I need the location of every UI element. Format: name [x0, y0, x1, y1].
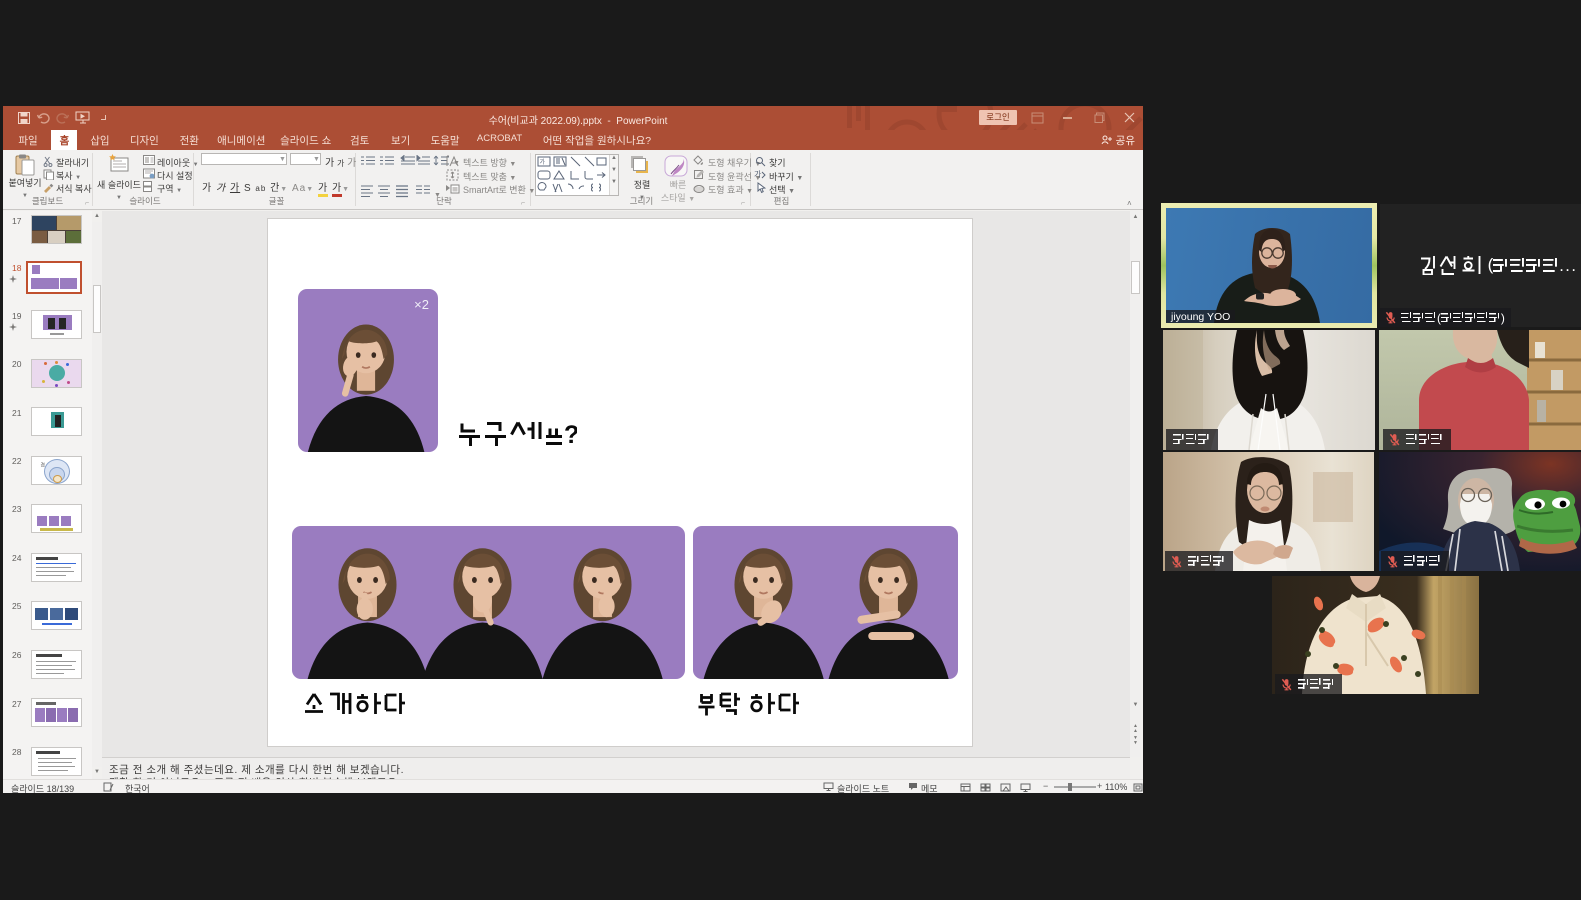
- svg-text:가: 가: [754, 170, 762, 179]
- svg-text:가: 가: [540, 158, 546, 166]
- svg-text:?: ?: [564, 421, 577, 447]
- svg-text:▼: ▼: [434, 192, 441, 199]
